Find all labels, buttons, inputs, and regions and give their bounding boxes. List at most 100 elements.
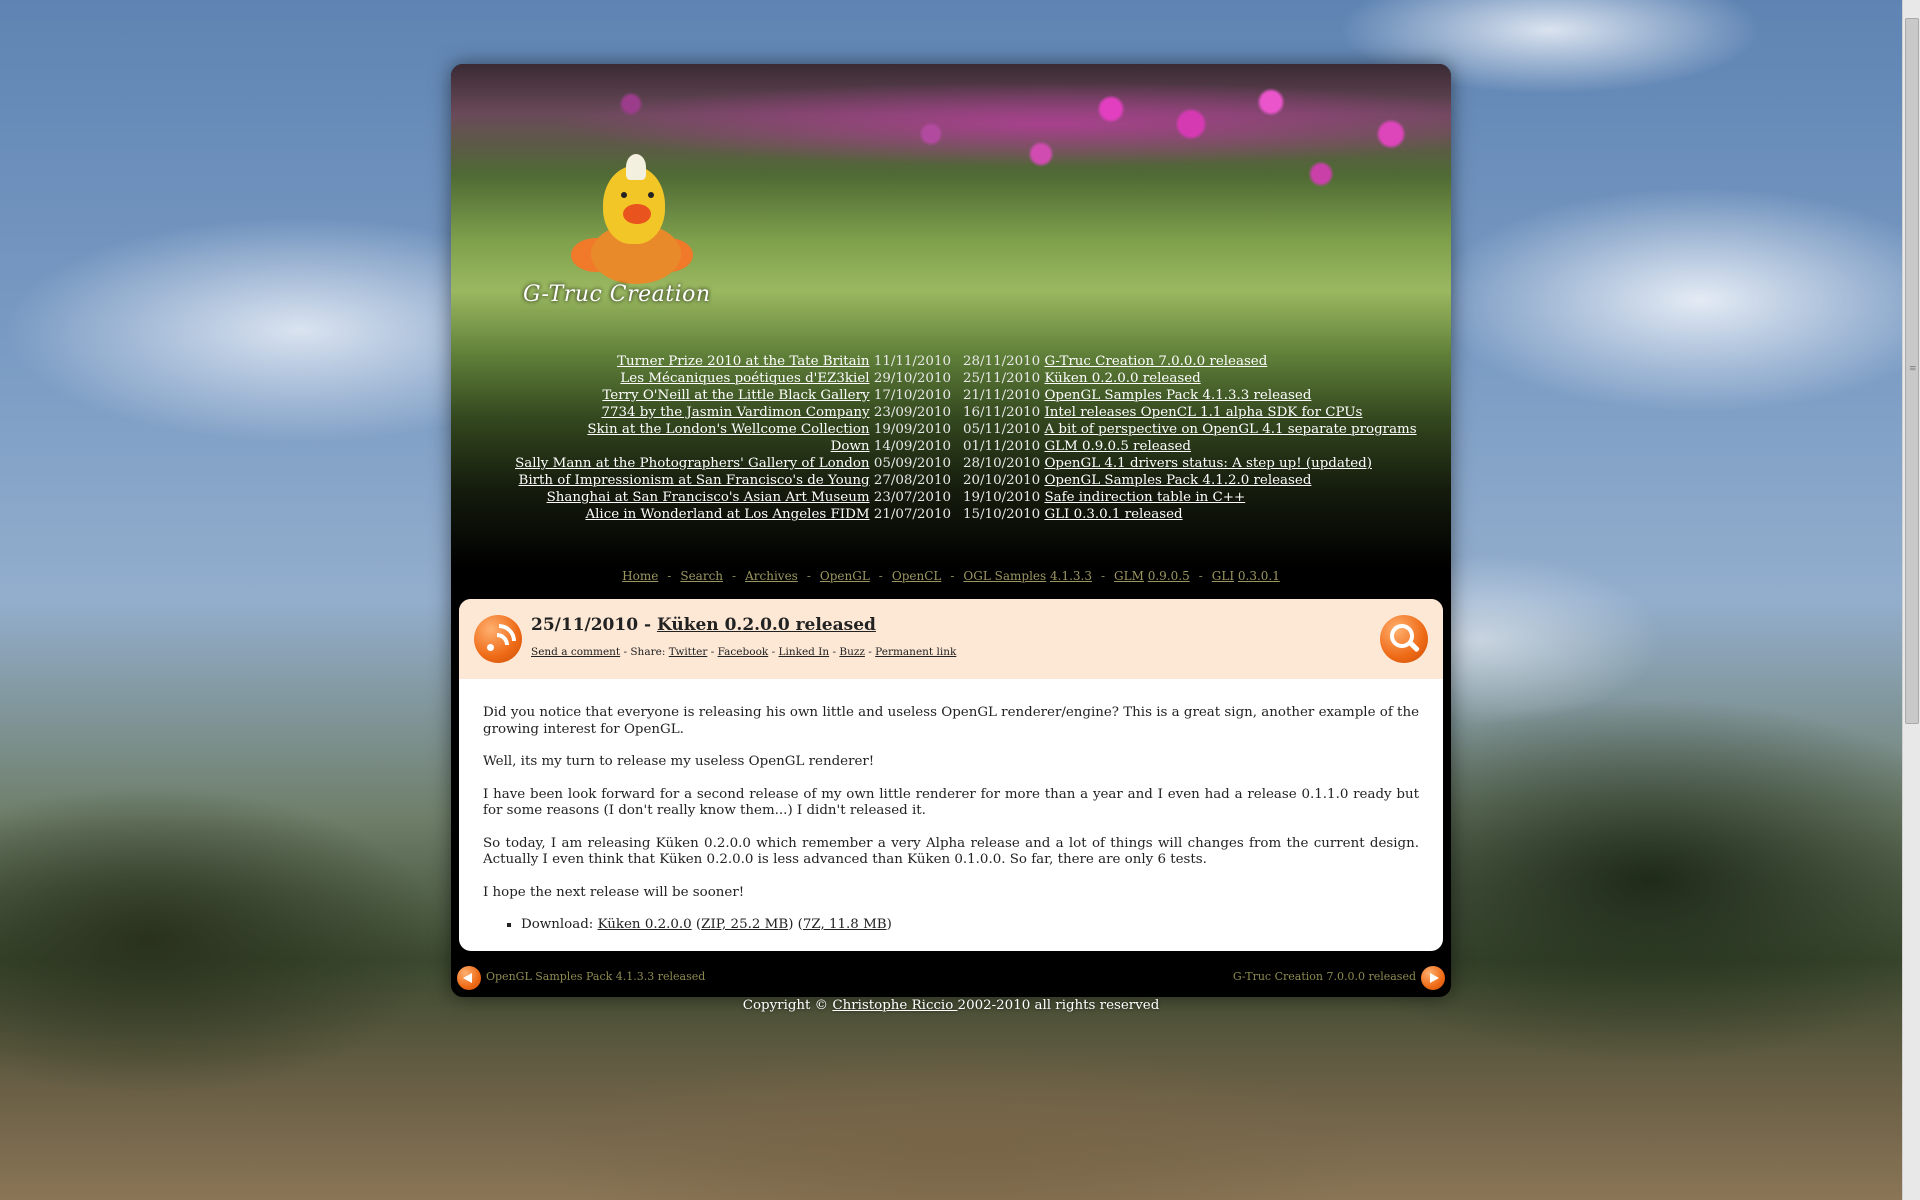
post-paragraph: So today, I am releasing Küken 0.2.0.0 w… (483, 835, 1419, 868)
event-link[interactable]: Turner Prize 2010 at the Tate Britain (617, 354, 869, 369)
events-list-item: 7734 by the Jasmin Vardimon Company 23/0… (515, 404, 951, 421)
event-date: 11/11/2010 (873, 354, 951, 369)
share-facebook-link[interactable]: Facebook (718, 646, 769, 658)
menu-ogl-samples-version[interactable]: 4.1.3.3 (1050, 569, 1092, 583)
post-title-link[interactable]: Küken 0.2.0.0 released (657, 615, 876, 635)
news-link[interactable]: G-Truc Creation 7.0.0.0 released (1044, 354, 1267, 369)
permalink-link[interactable]: Permanent link (875, 646, 956, 658)
download-7z-link[interactable]: 7Z, 11.8 MB (803, 917, 887, 932)
news-link[interactable]: GLM 0.9.0.5 released (1044, 439, 1191, 454)
scrollbar-thumb[interactable]: ≡ (1905, 18, 1919, 724)
news-link[interactable]: GLI 0.3.0.1 released (1044, 507, 1182, 522)
menu-separator: - (950, 569, 955, 583)
rss-icon[interactable] (474, 615, 524, 666)
author-link[interactable]: Christophe Riccio (832, 998, 957, 1013)
event-link[interactable]: Terry O'Neill at the Little Black Galler… (602, 388, 869, 403)
event-date: 29/10/2010 (873, 371, 951, 386)
share-twitter-link[interactable]: Twitter (669, 646, 708, 658)
event-link[interactable]: Shanghai at San Francisco's Asian Art Mu… (547, 490, 870, 505)
search-icon[interactable] (1380, 615, 1428, 663)
event-date: 23/07/2010 (873, 490, 951, 505)
menu-search[interactable]: Search (680, 569, 723, 583)
events-list-item: Alice in Wonderland at Los Angeles FIDM … (515, 506, 951, 523)
events-list: Turner Prize 2010 at the Tate Britain 11… (515, 353, 951, 523)
event-link[interactable]: Down (831, 439, 870, 454)
events-list-item: Terry O'Neill at the Little Black Galler… (515, 387, 951, 404)
news-link[interactable]: A bit of perspective on OpenGL 4.1 separ… (1044, 422, 1416, 437)
menu-separator: - (732, 569, 737, 583)
send-comment-link[interactable]: Send a comment (531, 646, 620, 658)
news-date: 15/10/2010 (963, 507, 1041, 522)
news-list-item: 28/10/2010 OpenGL 4.1 drivers status: A … (963, 455, 1417, 472)
prev-arrow-icon[interactable] (457, 966, 481, 990)
event-link[interactable]: Alice in Wonderland at Los Angeles FIDM (585, 507, 869, 522)
event-date: 21/07/2010 (873, 507, 951, 522)
download-item: Download: Küken 0.2.0.0 (ZIP, 25.2 MB) (… (521, 917, 1419, 934)
next-arrow-icon[interactable] (1421, 966, 1445, 990)
events-list-item: Birth of Impressionism at San Francisco'… (515, 472, 951, 489)
news-list-item: 20/10/2010 OpenGL Samples Pack 4.1.2.0 r… (963, 472, 1417, 489)
news-date: 19/10/2010 (963, 490, 1041, 505)
menu-glm[interactable]: GLM (1114, 569, 1144, 583)
meta-separator: - (707, 646, 718, 658)
events-list-item: Sally Mann at the Photographers' Gallery… (515, 455, 951, 472)
menu-opengl[interactable]: OpenGL (820, 569, 870, 583)
post-paragraph: I have been look forward for a second re… (483, 786, 1419, 819)
post-date: 25/11/2010 - (531, 615, 657, 635)
events-list-item: Shanghai at San Francisco's Asian Art Mu… (515, 489, 951, 506)
copyright-prefix: Copyright © (742, 998, 833, 1013)
news-link[interactable]: OpenGL 4.1 drivers status: A step up! (u… (1044, 456, 1372, 471)
event-date: 17/10/2010 (873, 388, 951, 403)
news-date: 21/11/2010 (963, 388, 1041, 403)
news-date: 05/11/2010 (963, 422, 1041, 437)
download-name-link[interactable]: Küken 0.2.0.0 (598, 917, 692, 932)
post-meta: Send a comment - Share: Twitter - Facebo… (531, 646, 956, 658)
download-paren: ) (886, 917, 892, 932)
events-list-item: Turner Prize 2010 at the Tate Britain 11… (515, 353, 951, 370)
news-list-item: 28/11/2010 G-Truc Creation 7.0.0.0 relea… (963, 353, 1417, 370)
download-zip-link[interactable]: ZIP, 25.2 MB (701, 917, 788, 932)
menu-separator: - (1100, 569, 1106, 583)
post-paragraph: Well, its my turn to release my useless … (483, 754, 875, 769)
site-logo[interactable]: G-Truc Creation (523, 282, 711, 307)
news-date: 16/11/2010 (963, 405, 1041, 420)
news-list-item: 05/11/2010 A bit of perspective on OpenG… (963, 421, 1417, 438)
prev-post-link[interactable]: OpenGL Samples Pack 4.1.3.3 released (486, 970, 705, 983)
news-list: 28/11/2010 G-Truc Creation 7.0.0.0 relea… (963, 353, 1417, 523)
news-link[interactable]: OpenGL Samples Pack 4.1.2.0 released (1044, 473, 1311, 488)
menu-gli[interactable]: GLI (1212, 569, 1234, 583)
news-date: 01/11/2010 (963, 439, 1041, 454)
menu-glm-version[interactable]: 0.9.0.5 (1148, 569, 1190, 583)
share-linkedin-link[interactable]: Linked In (778, 646, 829, 658)
menu-separator: - (1198, 569, 1203, 583)
news-link[interactable]: Intel releases OpenCL 1.1 alpha SDK for … (1044, 405, 1362, 420)
menu-home[interactable]: Home (622, 569, 658, 583)
events-list-item: Down 14/09/2010 (515, 438, 951, 455)
event-link[interactable]: Skin at the London's Wellcome Collection (587, 422, 869, 437)
news-link[interactable]: OpenGL Samples Pack 4.1.3.3 released (1044, 388, 1311, 403)
news-date: 28/11/2010 (963, 354, 1041, 369)
news-date: 20/10/2010 (963, 473, 1041, 488)
menu-ogl-samples[interactable]: OGL Samples (963, 569, 1046, 583)
news-link[interactable]: Safe indirection table in C++ (1044, 490, 1245, 505)
menu-gli-version[interactable]: 0.3.0.1 (1238, 569, 1280, 583)
events-list-item: Skin at the London's Wellcome Collection… (515, 421, 951, 438)
event-date: 14/09/2010 (873, 439, 951, 454)
menu-opencl[interactable]: OpenCL (892, 569, 942, 583)
vertical-scrollbar[interactable]: ≡ (1902, 0, 1920, 1200)
site-container: G-Truc Creation Turner Prize 2010 at the… (451, 64, 1451, 997)
duck-tuft (626, 154, 646, 180)
event-link[interactable]: 7734 by the Jasmin Vardimon Company (601, 405, 869, 420)
next-post-link[interactable]: G-Truc Creation 7.0.0.0 released (1233, 970, 1416, 983)
menu-archives[interactable]: Archives (745, 569, 798, 583)
event-link[interactable]: Sally Mann at the Photographers' Gallery… (515, 456, 869, 471)
news-link[interactable]: Küken 0.2.0.0 released (1044, 371, 1200, 386)
share-buzz-link[interactable]: Buzz (839, 646, 865, 658)
event-date: 05/09/2010 (873, 456, 951, 471)
event-link[interactable]: Birth of Impressionism at San Francisco'… (518, 473, 869, 488)
next-post: G-Truc Creation 7.0.0.0 released (1233, 970, 1416, 983)
post-paragraph: I hope the next release will be sooner! (483, 884, 745, 900)
meta-separator: - (768, 646, 779, 658)
meta-separator: - (829, 646, 840, 658)
event-link[interactable]: Les Mécaniques poétiques d'EZ3kiel (620, 371, 869, 386)
